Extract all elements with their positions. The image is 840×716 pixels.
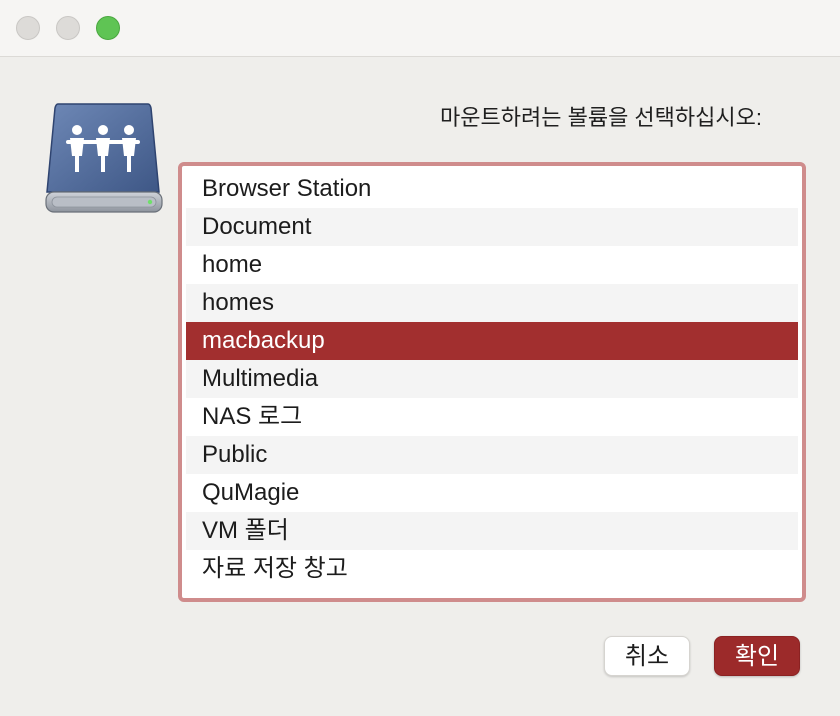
volume-list-item[interactable]: Browser Station [186, 170, 798, 208]
shared-network-drive-icon [45, 103, 163, 213]
volume-list-item[interactable]: Multimedia [186, 360, 798, 398]
volume-list-item[interactable]: macbackup [186, 322, 798, 360]
volume-list[interactable]: Browser Station Document home homes macbacku… [178, 162, 806, 602]
volume-list-item[interactable]: VM 폴더 [186, 512, 798, 550]
volume-list-item[interactable]: Public [186, 436, 798, 474]
minimize-window-button[interactable] [56, 16, 80, 40]
close-window-button[interactable] [16, 16, 40, 40]
cancel-button[interactable]: 취소 [604, 636, 690, 676]
mount-volume-dialog: 마운트하려는 볼륨을 선택하십시오: Browser Station Docume… [0, 0, 840, 716]
volume-list-item[interactable]: homes [186, 284, 798, 322]
title-bar [0, 0, 840, 57]
volume-list-item[interactable]: home [186, 246, 798, 284]
ok-button[interactable]: 확인 [714, 636, 800, 676]
volume-list-item[interactable]: Document [186, 208, 798, 246]
prompt-label: 마운트하려는 볼륨을 선택하십시오: [440, 105, 762, 130]
zoom-window-button[interactable] [96, 16, 120, 40]
volume-list-item[interactable]: 자료 저장 창고 [186, 550, 798, 588]
volume-list-item[interactable]: NAS 로그 [186, 398, 798, 436]
volume-list-body[interactable]: Browser Station Document home homes macbacku… [186, 170, 798, 594]
volume-list-item[interactable]: QuMagie [186, 474, 798, 512]
